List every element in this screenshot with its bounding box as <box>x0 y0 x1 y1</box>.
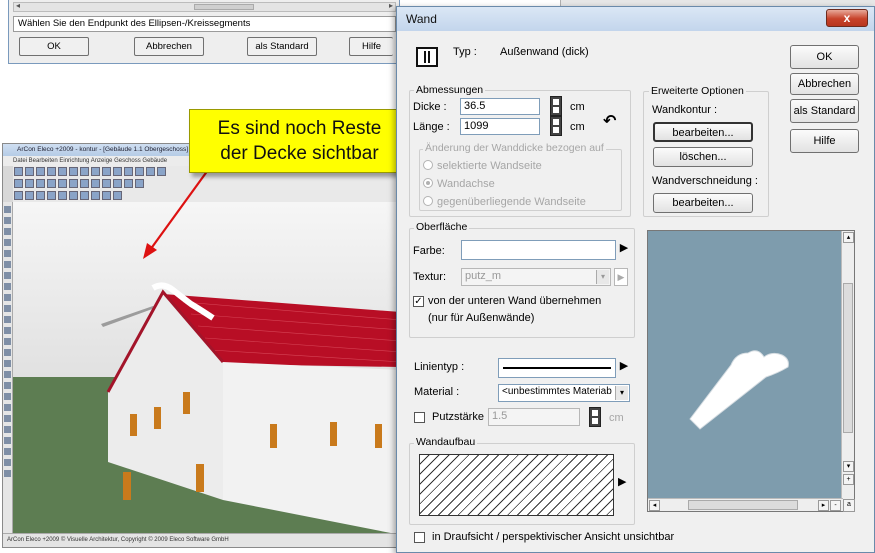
texture-label: Textur: <box>413 271 447 283</box>
left-toolbar[interactable] <box>3 202 13 533</box>
cancel-button[interactable]: Abbrechen <box>134 37 204 56</box>
house-rendering <box>13 282 399 533</box>
contour-label: Wandkontur : <box>652 104 718 116</box>
default-button[interactable]: als Standard <box>247 37 317 56</box>
color-arrow-icon[interactable]: ▶ <box>617 240 631 259</box>
inherit-checkbox[interactable]: ✓ <box>413 296 424 307</box>
plaster-label: Putzstärke <box>432 411 484 423</box>
close-button[interactable]: x <box>826 9 868 27</box>
scroll-left-icon[interactable]: ◂ <box>16 1 20 10</box>
surface-title: Oberfläche <box>414 221 470 233</box>
radio-icon[interactable] <box>423 178 433 188</box>
contour-delete-button[interactable]: löschen... <box>653 147 753 167</box>
linetype-label: Linientyp : <box>414 361 465 373</box>
texture-value: putz_m <box>465 270 502 282</box>
wall-type-icon[interactable] <box>416 47 438 67</box>
background-dialog: ◂ ▸ Wählen Sie den Endpunkt des Ellipsen… <box>8 0 400 64</box>
scroll-thumb[interactable] <box>843 283 853 433</box>
thickness-spinner[interactable] <box>550 96 562 116</box>
radio-label: selektierte Wandseite <box>437 160 542 172</box>
callout-line-1: Es sind noch Reste <box>217 118 382 139</box>
scroll-up-icon[interactable]: ▴ <box>843 232 854 243</box>
intersection-label: Wandverschneidung : <box>652 175 758 187</box>
length-spinner[interactable] <box>550 116 562 136</box>
undo-icon[interactable]: ↶ <box>603 111 616 131</box>
wall-layer-hatch[interactable] <box>419 454 614 516</box>
invisible-label: in Draufsicht / perspektivischer Ansicht… <box>432 531 675 543</box>
wall-dialog: Wand x Typ : Außenwand (dick) OK Abbrech… <box>396 6 875 553</box>
intersection-edit-button[interactable]: bearbeiten... <box>653 193 753 213</box>
material-value: <unbestimmtes Materiab <box>502 386 612 397</box>
annotation-callout: Es sind noch Reste der Decke sichtbar <box>189 109 410 173</box>
chevron-down-icon[interactable]: ▾ <box>615 386 628 400</box>
toolbar-row-2[interactable] <box>13 178 397 190</box>
plaster-input[interactable]: 1.5 <box>488 408 580 426</box>
material-combobox[interactable]: <unbestimmtes Materiab ▾ <box>498 384 630 402</box>
scroll-down-icon[interactable]: ▾ <box>843 461 854 472</box>
color-field[interactable] <box>461 240 616 260</box>
wall-contour-preview <box>689 350 789 430</box>
radio-label: Wandachse <box>437 178 495 190</box>
dimensions-title: Abmessungen <box>414 84 486 96</box>
radio-icon[interactable] <box>423 160 433 170</box>
linetype-arrow-icon[interactable]: ▶ <box>617 358 631 377</box>
horizontal-scrollbar[interactable]: ◂ ▸ <box>13 1 396 12</box>
radio-selected-side[interactable]: selektierte Wandseite <box>423 160 542 172</box>
ok-label: OK <box>816 51 833 63</box>
cad-statusbar: ArCon Eleco +2009 © Visuelle Architektur… <box>3 533 399 547</box>
type-value: Außenwand (dick) <box>500 46 589 58</box>
plaster-spinner[interactable] <box>589 407 601 427</box>
ok-button[interactable]: OK <box>19 37 89 56</box>
scroll-thumb[interactable] <box>688 500 798 510</box>
thickness-input[interactable]: 36.5 <box>460 98 540 115</box>
wall-preview[interactable]: ▴ ▾ + ◂ ▸ - a <box>647 230 855 512</box>
wall-structure-arrow-icon[interactable]: ▶ <box>618 475 626 488</box>
wall-structure-title: Wandaufbau <box>414 436 478 448</box>
radio-icon[interactable] <box>423 196 433 206</box>
zoom-out-button[interactable]: - <box>830 500 841 511</box>
length-input[interactable]: 1099 <box>460 118 540 135</box>
cancel-button[interactable]: Abbrechen <box>790 73 859 95</box>
invisible-checkbox[interactable] <box>414 532 425 543</box>
status-prompt: Wählen Sie den Endpunkt des Ellipsen-/Kr… <box>13 16 396 32</box>
3d-viewport[interactable] <box>13 202 399 533</box>
thickness-change-title: Änderung der Wanddicke bezogen auf <box>423 142 606 154</box>
radio-wall-axis[interactable]: Wandachse <box>423 178 495 190</box>
thickness-label: Dicke : <box>413 101 447 113</box>
inherit-label: von der unteren Wand übernehmen <box>428 295 602 307</box>
default-button[interactable]: als Standard <box>790 99 859 123</box>
plaster-checkbox[interactable] <box>414 412 425 423</box>
length-unit: cm <box>570 121 585 133</box>
scroll-thumb[interactable] <box>194 4 254 10</box>
chevron-down-icon[interactable]: ▾ <box>596 270 609 284</box>
radio-opposite-side[interactable]: gegenüberliegende Wandseite <box>423 196 586 208</box>
callout-line-2: der Decke sichtbar <box>220 143 379 164</box>
texture-combobox[interactable]: putz_m ▾ <box>461 268 611 286</box>
type-label: Typ : <box>453 46 477 58</box>
length-label: Länge : <box>413 121 450 133</box>
advanced-options-title: Erweiterte Optionen <box>649 85 746 97</box>
preview-vertical-scrollbar[interactable]: ▴ ▾ + <box>841 231 854 499</box>
scroll-right-icon[interactable]: ▸ <box>389 1 393 10</box>
toolbar-row-3[interactable] <box>13 190 397 202</box>
radio-label: gegenüberliegende Wandseite <box>437 196 586 208</box>
help-button[interactable]: Hilfe <box>790 129 859 153</box>
linetype-field[interactable] <box>498 358 616 378</box>
scroll-left-icon[interactable]: ◂ <box>649 500 660 511</box>
texture-arrow-icon[interactable]: ▶ <box>614 268 628 286</box>
inherit-hint: (nur für Außenwände) <box>428 312 535 324</box>
thickness-unit: cm <box>570 101 585 113</box>
contour-edit-button[interactable]: bearbeiten... <box>653 122 753 142</box>
help-button[interactable]: Hilfe <box>349 37 393 56</box>
material-label: Material : <box>414 386 460 398</box>
scroll-right-icon[interactable]: ▸ <box>818 500 829 511</box>
fit-view-button[interactable]: a <box>843 499 855 512</box>
preview-horizontal-scrollbar[interactable]: ◂ ▸ - <box>648 498 843 511</box>
dialog-title: Wand <box>397 7 874 31</box>
cad-application-window: ArCon Eleco +2009 - kontur - [Gebäude 1.… <box>2 143 400 548</box>
ok-button[interactable]: OK <box>790 45 859 69</box>
zoom-in-icon[interactable]: + <box>843 474 854 485</box>
color-label: Farbe: <box>413 245 445 257</box>
plaster-unit: cm <box>609 412 624 424</box>
